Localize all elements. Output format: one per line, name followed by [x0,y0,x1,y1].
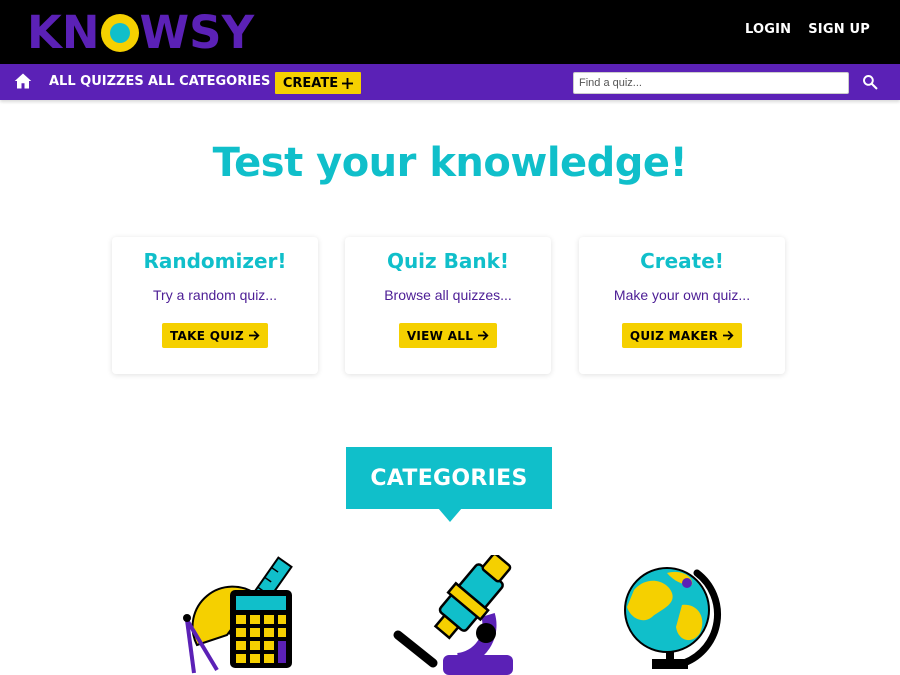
quiz-bank-card: Quiz Bank! Browse all quizzes... VIEW AL… [345,237,551,374]
button-label: QUIZ MAKER [629,328,719,343]
arrow-right-icon [249,330,260,341]
globe-icon[interactable] [612,555,752,675]
card-description: Make your own quiz... [613,287,751,303]
top-header: KN WSY LOGIN SIGN UP [0,0,900,64]
take-quiz-button[interactable]: TAKE QUIZ [161,323,269,348]
create-button[interactable]: CREATE [275,72,361,94]
logo-text-start: KN [27,5,100,59]
nav-all-quizzes[interactable]: ALL QUIZZES [49,74,144,89]
view-all-button[interactable]: VIEW ALL [398,323,498,348]
page-title: Test your knowledge! [212,140,688,186]
card-title: Randomizer! [143,249,287,273]
main-nav: ALL QUIZZES ALL CATEGORIES CREATE [0,64,900,100]
arrow-right-icon [723,330,734,341]
search-icon[interactable] [862,74,878,90]
plus-icon [342,77,354,89]
button-label: TAKE QUIZ [169,328,245,343]
card-description: Browse all quizzes... [384,287,512,303]
math-tools-icon[interactable] [172,555,312,675]
logo-o-icon [100,14,139,52]
signup-link[interactable]: SIGN UP [808,22,870,37]
create-label: CREATE [282,75,339,91]
categories-banner-pointer [438,508,462,522]
card-title: Quiz Bank! [386,249,510,273]
login-link[interactable]: LOGIN [745,22,791,37]
auth-links: LOGIN SIGN UP [745,22,870,37]
knowsy-logo[interactable]: KN WSY [27,5,255,59]
create-card: Create! Make your own quiz... QUIZ MAKER [579,237,785,374]
logo-text-end: WSY [139,5,255,59]
button-label: VIEW ALL [406,328,474,343]
quiz-maker-button[interactable]: QUIZ MAKER [621,323,743,348]
microscope-icon[interactable] [388,555,528,675]
card-title: Create! [640,249,724,273]
home-icon[interactable] [14,72,32,90]
card-description: Try a random quiz... [153,287,277,303]
arrow-right-icon [478,330,489,341]
categories-heading: CATEGORIES [346,447,552,509]
search-input[interactable] [573,72,849,94]
randomizer-card: Randomizer! Try a random quiz... TAKE QU… [112,237,318,374]
nav-all-categories[interactable]: ALL CATEGORIES [148,74,270,89]
